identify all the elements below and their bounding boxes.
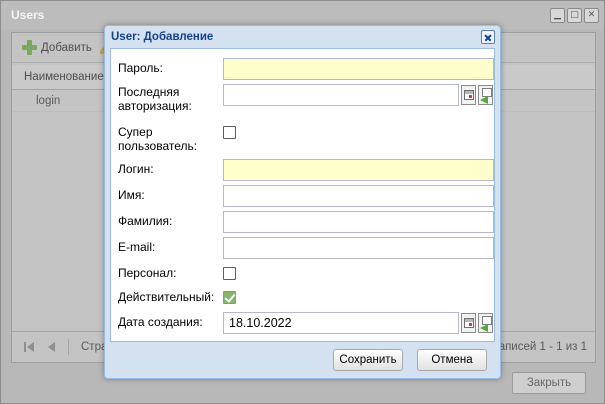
maximize-icon[interactable]: □ bbox=[567, 8, 582, 23]
last-name-field[interactable] bbox=[223, 211, 494, 233]
window-tools: ▁ □ ✕ bbox=[550, 8, 599, 23]
add-button[interactable]: Добавить bbox=[41, 42, 92, 54]
records-info: аписей 1 - 1 из 1 bbox=[498, 341, 587, 353]
minimize-icon[interactable]: ▁ bbox=[550, 8, 565, 23]
cancel-button[interactable]: Отмена bbox=[417, 349, 487, 371]
add-user-dialog: User: Добавление Пароль: Последняя автор… bbox=[104, 25, 501, 379]
created-date-field[interactable] bbox=[223, 312, 459, 334]
created-date-clear-button[interactable] bbox=[478, 313, 493, 333]
dialog-title: User: Добавление bbox=[111, 30, 214, 43]
first-page-icon[interactable] bbox=[24, 341, 36, 353]
login-field[interactable] bbox=[223, 159, 494, 181]
active-checkbox[interactable] bbox=[223, 291, 236, 304]
superuser-label: Супер пользователь: bbox=[118, 125, 198, 153]
last-name-label: Фамилия: bbox=[118, 214, 173, 228]
password-label: Пароль: bbox=[118, 61, 163, 75]
last-auth-label: Последняя авторизация: bbox=[118, 85, 192, 113]
staff-checkbox[interactable] bbox=[223, 267, 236, 280]
superuser-checkbox[interactable] bbox=[223, 126, 236, 139]
clear-arrow-icon bbox=[480, 316, 492, 332]
login-label: Логин: bbox=[118, 162, 154, 176]
email-label: E-mail: bbox=[118, 240, 156, 254]
email-field[interactable] bbox=[223, 237, 494, 259]
column-header-name[interactable]: Наименование bbox=[24, 71, 104, 83]
calendar-icon bbox=[464, 90, 474, 100]
first-name-label: Имя: bbox=[118, 188, 145, 202]
last-auth-clear-button[interactable] bbox=[478, 85, 493, 105]
save-button[interactable]: Сохранить bbox=[333, 349, 403, 371]
pager-separator bbox=[68, 339, 69, 355]
password-field[interactable] bbox=[223, 58, 494, 80]
close-icon[interactable]: ✕ bbox=[584, 8, 599, 23]
last-auth-calendar-button[interactable] bbox=[461, 85, 476, 105]
last-auth-field[interactable] bbox=[223, 84, 459, 106]
active-label: Действительный: bbox=[118, 290, 215, 304]
clear-arrow-icon bbox=[480, 88, 492, 104]
users-window-title: Users bbox=[11, 8, 45, 22]
dialog-header: User: Добавление bbox=[105, 26, 500, 47]
first-name-field[interactable] bbox=[223, 185, 494, 207]
dialog-close-icon[interactable] bbox=[481, 30, 495, 44]
dialog-form: Пароль: Последняя авторизация: Супер пол… bbox=[110, 48, 495, 342]
staff-label: Персонал: bbox=[118, 266, 177, 280]
close-button[interactable]: Закрыть bbox=[512, 372, 586, 394]
calendar-icon bbox=[464, 318, 474, 328]
add-icon bbox=[22, 40, 37, 55]
created-date-calendar-button[interactable] bbox=[461, 313, 476, 333]
prev-page-icon[interactable] bbox=[48, 341, 56, 353]
created-date-label: Дата создания: bbox=[118, 315, 203, 329]
